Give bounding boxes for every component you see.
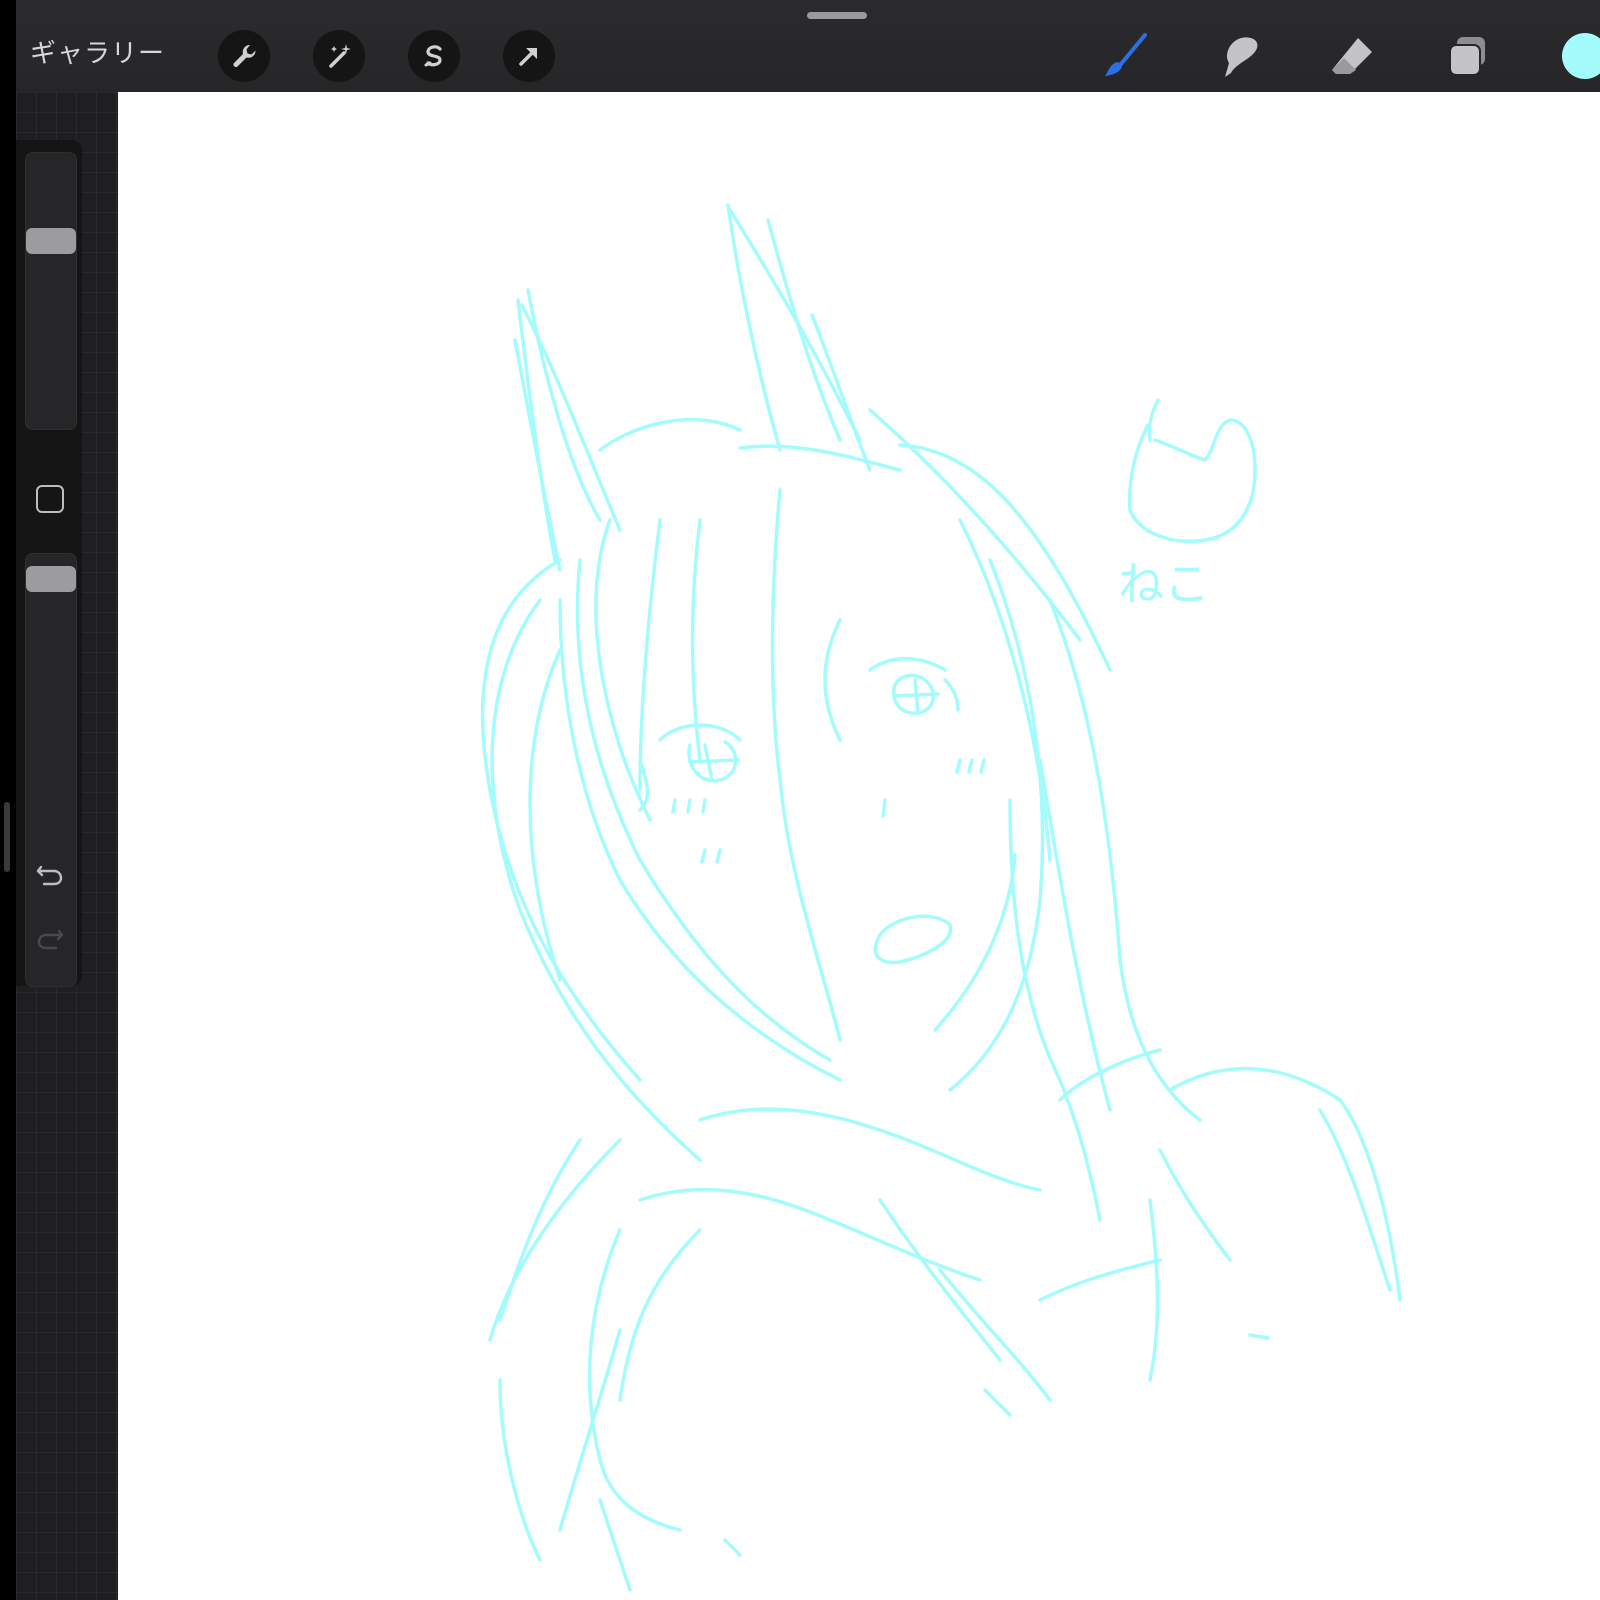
sketch-stroke [938, 1268, 1052, 1402]
edge-grab-handle[interactable] [4, 802, 10, 872]
sketch-stroke [488, 1138, 622, 1342]
brush-tool-button[interactable] [1099, 30, 1151, 82]
sketch-stroke [498, 1378, 542, 1562]
drawing-canvas[interactable]: ねこ [118, 92, 1600, 1600]
sketch-stroke [490, 598, 702, 1162]
sketch-stroke [1148, 1198, 1160, 1382]
sketch-text: ねこ [1118, 557, 1210, 611]
transform-button[interactable] [503, 30, 555, 82]
sketch-stroke [1318, 1108, 1392, 1292]
sketch-stroke [1158, 1148, 1232, 1262]
smudge-icon [1225, 37, 1258, 77]
sketch-drawing: ねこ [480, 203, 1402, 1592]
sketch-stroke [873, 914, 953, 965]
toolbar-grabber[interactable] [807, 12, 867, 19]
sketch-stroke [943, 678, 960, 712]
sketch-stroke [498, 1138, 582, 1322]
sketch-stroke [658, 723, 742, 742]
procreate-app: ねこ ギャラリー [0, 0, 1600, 1600]
selection-icon [424, 45, 442, 67]
sketch-stroke [823, 618, 842, 742]
sketch-stroke [948, 558, 1045, 1092]
device-edge [0, 0, 16, 1600]
sketch-stroke [598, 1498, 632, 1592]
redo-button[interactable] [30, 921, 70, 957]
sketch-stroke [766, 218, 842, 442]
sketch-stroke [881, 798, 887, 818]
sidebar [16, 140, 82, 987]
sketch-stroke [698, 1107, 1042, 1192]
brush-size-slider-thumb[interactable] [26, 228, 76, 254]
transform-arrow-icon [519, 48, 537, 66]
sketch-stroke [878, 1198, 1002, 1362]
sketch-stroke [726, 203, 782, 452]
sketch-stroke [638, 518, 662, 792]
brush-size-slider[interactable] [25, 152, 77, 430]
redo-arrow-icon [37, 929, 64, 950]
sketch-stroke [526, 288, 602, 522]
sketch-stroke [598, 417, 742, 452]
sketch-stroke [1168, 1066, 1402, 1302]
sketch-stroke [1048, 598, 1202, 1122]
selection-button[interactable] [408, 30, 460, 82]
sketch-stroke [770, 488, 842, 1042]
adjustments-button[interactable] [313, 30, 365, 82]
sketch-stroke [618, 1228, 702, 1402]
sketch-stroke [958, 518, 1052, 862]
wrench-icon [233, 44, 256, 67]
modify-button[interactable] [36, 485, 64, 513]
eraser-icon [1332, 38, 1372, 74]
sketch-stroke [700, 848, 722, 864]
gallery-button[interactable]: ギャラリー [30, 34, 165, 74]
sketch-stroke [1058, 1048, 1162, 1102]
sketch-stroke [738, 444, 902, 472]
color-picker-button[interactable] [1562, 33, 1600, 79]
sketch-stroke [983, 1388, 1012, 1417]
smudge-tool-button[interactable] [1212, 30, 1264, 82]
brush-icon [1105, 33, 1147, 76]
undo-arrow-icon [36, 865, 63, 886]
sketch-stroke [1038, 1258, 1162, 1302]
layers-button[interactable] [1442, 30, 1494, 82]
sketch-stroke [955, 758, 986, 774]
actions-button[interactable] [218, 30, 270, 82]
eraser-tool-button[interactable] [1326, 30, 1378, 82]
opacity-slider-thumb[interactable] [26, 566, 76, 592]
sketch-stroke [723, 1538, 742, 1557]
sketch-stroke [1248, 1333, 1270, 1340]
sketch-stroke [868, 657, 947, 672]
sketch-stroke [1147, 398, 1160, 442]
sketch-stroke [587, 1228, 682, 1532]
undo-button[interactable] [30, 857, 70, 893]
sketch-stroke [933, 853, 1017, 1032]
layers-icon [1449, 37, 1485, 76]
magic-wand-icon [329, 44, 351, 68]
sketch-stroke [671, 798, 707, 814]
